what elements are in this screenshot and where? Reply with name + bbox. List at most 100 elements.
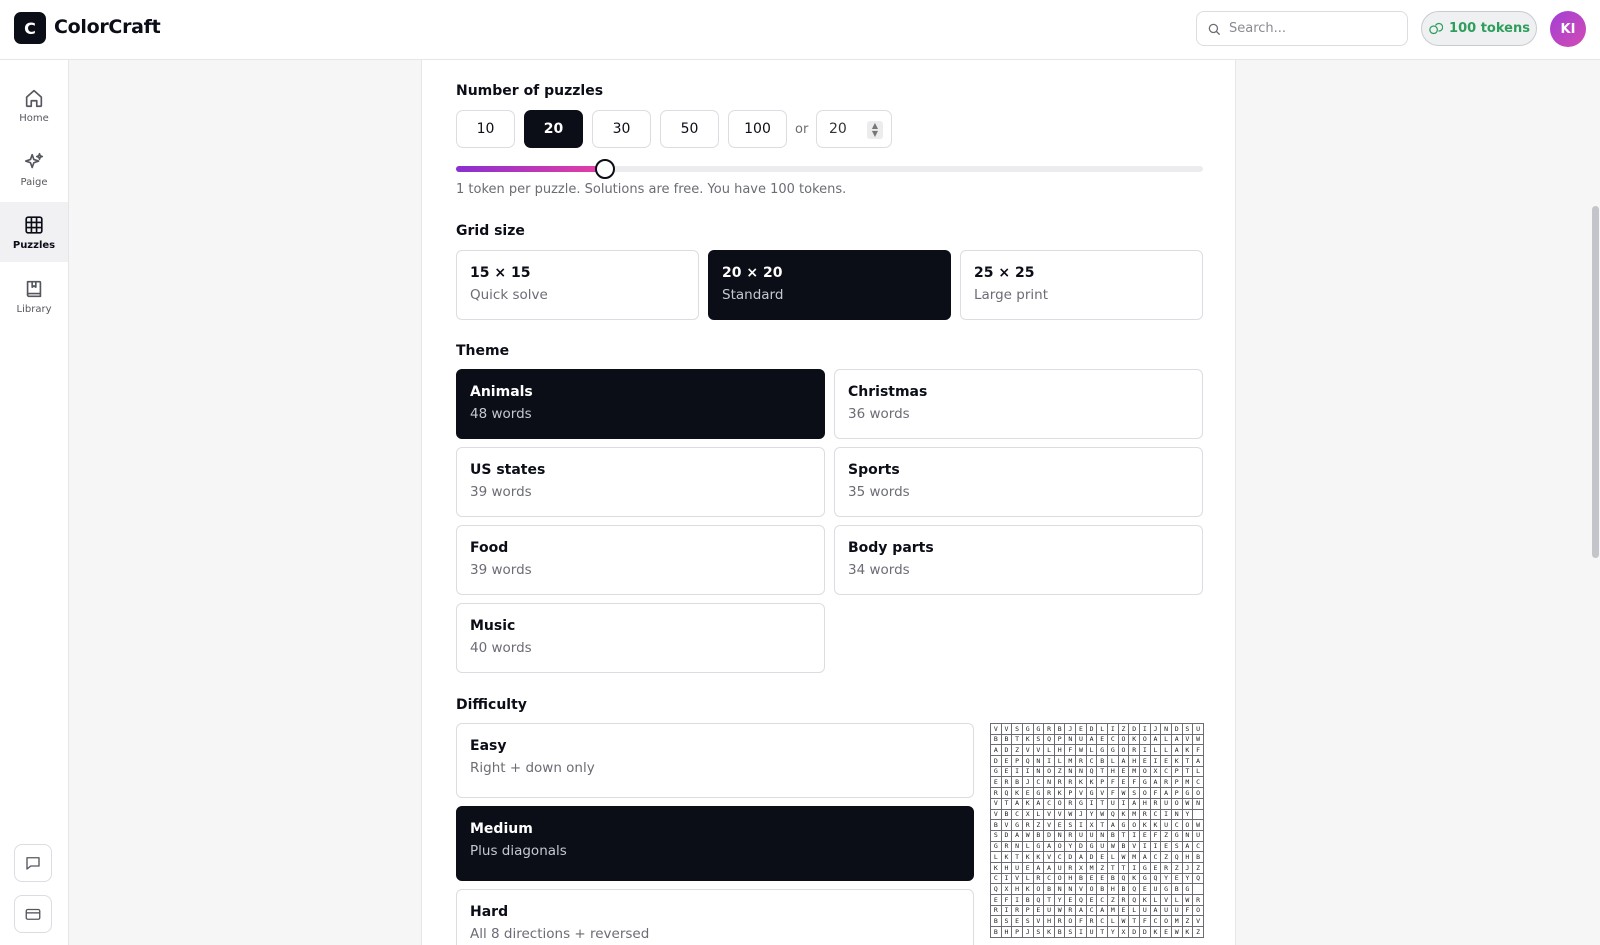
theme-option-sports[interactable]: Sports 35 words [834, 447, 1203, 517]
stepper-arrows[interactable]: ▲ ▼ [867, 121, 883, 139]
preview-cell: Z [1011, 744, 1023, 757]
preview-cell: Q [1021, 755, 1034, 767]
search-box[interactable] [1196, 11, 1408, 46]
preview-cell: G [1181, 787, 1194, 799]
preview-cell: S [1032, 733, 1045, 746]
slider-thumb[interactable] [595, 159, 616, 179]
app-name[interactable]: ColorCraft [54, 16, 161, 38]
preview-cell: E [990, 894, 1002, 906]
count-option-100[interactable]: 100 [728, 110, 787, 148]
theme-option-christmas[interactable]: Christmas 36 words [834, 369, 1203, 439]
theme-option-body-parts[interactable]: Body parts 34 words [834, 525, 1203, 595]
grid-size-option-20[interactable]: 20 × 20 Standard [708, 250, 951, 320]
app-logo[interactable]: C [14, 12, 46, 44]
preview-cell: A [1117, 755, 1130, 767]
preview-cell: R [1160, 861, 1172, 874]
scrollbar[interactable] [1590, 60, 1600, 945]
custom-count-input[interactable]: 20 ▲ ▼ [816, 110, 892, 148]
preview-cell: E [1032, 904, 1045, 917]
custom-count-value: 20 [829, 121, 847, 137]
preview-cell: G [1181, 883, 1194, 895]
preview-cell: G [1117, 819, 1130, 831]
user-avatar[interactable]: KI [1550, 11, 1586, 47]
preview-cell: E [1021, 861, 1034, 874]
billing-button[interactable] [14, 895, 52, 933]
chevron-down-icon[interactable]: ▼ [872, 130, 878, 138]
section-label-grid-size: Grid size [456, 223, 525, 239]
preview-cell: N [1096, 829, 1109, 842]
count-option-30[interactable]: 30 [592, 110, 651, 148]
theme-option-us-states[interactable]: US states 39 words [456, 447, 825, 517]
preview-cell: T [1096, 765, 1109, 778]
preview-cell: S [1181, 723, 1194, 735]
preview-cell: Z [1096, 861, 1109, 874]
preview-cell: R [1075, 755, 1087, 767]
theme-option-food[interactable]: Food 39 words [456, 525, 825, 595]
avatar-initials: KI [1560, 21, 1576, 37]
preview-cell: F [1181, 904, 1194, 917]
preview-cell: V [1192, 915, 1204, 928]
grid-size-option-15[interactable]: 15 × 15 Quick solve [456, 250, 699, 320]
preview-cell: B [1000, 808, 1013, 821]
sidebar-item-paige[interactable]: Paige [0, 139, 68, 199]
preview-cell: U [1107, 797, 1119, 810]
preview-cell: E [1000, 765, 1013, 778]
slider-fill [456, 166, 606, 172]
card-subtitle: Plus diagonals [470, 843, 567, 859]
preview-cell: B [990, 926, 1002, 938]
sidebar-item-puzzles[interactable]: Puzzles [0, 202, 68, 262]
sidebar-item-label: Home [19, 112, 49, 124]
sidebar-item-home[interactable]: Home [0, 75, 68, 135]
preview-cell: W [1096, 808, 1109, 821]
preview-cell: L [1170, 894, 1183, 906]
preview-cell: L [1192, 765, 1204, 778]
search-input[interactable] [1229, 21, 1389, 36]
preview-cell: G [1170, 829, 1183, 842]
preview-cell: R [1128, 744, 1140, 757]
preview-cell: T [1096, 797, 1109, 810]
scrollbar-thumb[interactable] [1592, 206, 1599, 558]
preview-cell: B [1075, 872, 1087, 885]
sparkles-icon [24, 152, 44, 168]
preview-row: RIRPEUWRACAMELUAUUFO [990, 904, 1204, 917]
count-slider[interactable] [456, 159, 1203, 179]
preview-cell: D [1128, 926, 1140, 938]
preview-row: VBCXLVVWJYWQKMRCINY [990, 808, 1204, 821]
grid-size-option-25[interactable]: 25 × 25 Large print [960, 250, 1203, 320]
count-option-20[interactable]: 20 [524, 110, 583, 148]
preview-cell: E [1085, 872, 1098, 885]
preview-cell: I [1107, 723, 1119, 735]
preview-cell: U [1192, 723, 1204, 735]
difficulty-option-easy[interactable]: Easy Right + down only [456, 723, 974, 798]
preview-cell: Y [1181, 808, 1194, 821]
preview-cell: B [1032, 829, 1045, 842]
preview-cell: E [1085, 894, 1098, 906]
count-option-10[interactable]: 10 [456, 110, 515, 148]
preview-cell: S [1064, 819, 1077, 831]
preview-cell: P [1064, 787, 1077, 799]
preview-cell: R [1043, 723, 1055, 735]
difficulty-option-hard[interactable]: Hard All 8 directions + reversed [456, 889, 974, 945]
chat-button[interactable] [14, 844, 52, 882]
preview-cell: W [1192, 819, 1204, 831]
preview-cell: A [1075, 904, 1087, 917]
difficulty-option-medium[interactable]: Medium Plus diagonals [456, 806, 974, 881]
preview-cell: R [1021, 819, 1034, 831]
count-option-50[interactable]: 50 [660, 110, 719, 148]
theme-option-animals[interactable]: Animals 48 words [456, 369, 825, 439]
preview-cell: F [1128, 776, 1140, 789]
sidebar-item-library[interactable]: Library [0, 266, 68, 326]
preview-cell: X [1117, 926, 1130, 938]
theme-option-music[interactable]: Music 40 words [456, 603, 825, 673]
preview-cell: W [1064, 808, 1077, 821]
preview-cell: R [1192, 894, 1204, 906]
tokens-badge[interactable]: 100 tokens [1421, 11, 1537, 46]
preview-cell: Y [1160, 872, 1172, 885]
preview-cell: Y [1053, 894, 1066, 906]
preview-cell: O [1053, 797, 1066, 810]
preview-cell: E [1053, 819, 1066, 831]
preview-cell: U [1170, 904, 1183, 917]
book-icon [26, 280, 42, 297]
preview-cell: F [1075, 915, 1087, 928]
preview-cell: A [1085, 733, 1098, 746]
